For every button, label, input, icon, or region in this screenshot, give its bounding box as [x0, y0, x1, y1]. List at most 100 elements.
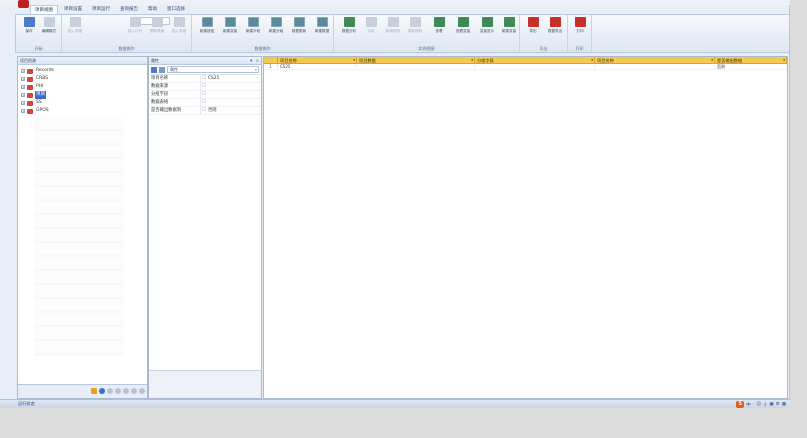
search-icon[interactable]: ⌕	[255, 67, 257, 72]
database-icon	[27, 76, 33, 82]
delete-table-button[interactable]: 删除表格	[146, 17, 168, 42]
new-data-button[interactable]: 新建数据	[311, 17, 333, 42]
database-icon	[27, 84, 33, 90]
expand-icon[interactable]: +	[21, 77, 25, 81]
property-row[interactable]: 数据来源 ☐	[149, 83, 261, 91]
field-button[interactable]: 字段	[360, 17, 382, 42]
refresh-icon[interactable]	[107, 388, 113, 394]
grid-column-header[interactable]: 项目数据 ▾	[357, 57, 475, 64]
ribbon-group-data-ops: 插入表格 插入行列 删除表格 插入表格 数据操作	[62, 15, 192, 53]
dropdown-icon[interactable]: ▾	[353, 57, 355, 64]
keyboard-icon[interactable]: ▣	[769, 402, 773, 407]
language-icon[interactable]: 中	[746, 402, 751, 408]
new-button-button[interactable]: 新建按钮	[196, 17, 218, 42]
view-variable-button[interactable]: 查看变量	[452, 17, 474, 42]
ribbon-group-instance-view: 数据分析 字段 新增规则 更新规则 查看 查看变量 变量定义 新建变量 实例视图	[334, 15, 520, 53]
ribbon-group-export: 导出 数据导出 导出	[520, 15, 568, 53]
punctuation-icon[interactable]: ·	[753, 402, 754, 407]
variable-definition-button[interactable]: 变量定义	[476, 17, 498, 42]
definition-icon	[481, 17, 493, 27]
property-row[interactable]: 数据表格 ☐	[149, 99, 261, 107]
grid-column-header[interactable]: 项目名称 ▾	[595, 57, 715, 64]
categorized-icon[interactable]	[151, 66, 157, 73]
save-icon	[23, 17, 35, 27]
emoji-icon[interactable]: ☺	[756, 402, 761, 407]
data-export-button[interactable]: 数据导出	[544, 17, 566, 42]
tree-bottom-toolbar	[18, 384, 147, 398]
expand-icon[interactable]: +	[21, 101, 25, 105]
add-rule-button[interactable]: 新增规则	[382, 17, 404, 42]
export-button[interactable]: 导出	[522, 17, 544, 42]
tree-item-project[interactable]: + 项目	[21, 91, 144, 99]
grid-column-header[interactable]: 是否输出数据 ▾	[715, 57, 787, 64]
new-field-button[interactable]: 新建字段	[242, 17, 264, 42]
data-analysis-button[interactable]: 数据分析	[338, 17, 360, 42]
folder-icon[interactable]	[91, 388, 97, 394]
ribbon: 保存 编辑模式 开始 插入表格 插入行列 删除表格 插入表格 数据操作 新建按钮…	[15, 14, 790, 53]
property-row[interactable]: 项目名称 ☐ CS25	[149, 75, 261, 83]
grid-icon[interactable]: ▦	[782, 402, 786, 407]
grid-column-header[interactable]: 分组字段 ▾	[475, 57, 595, 64]
tree-background	[34, 117, 124, 357]
new-data-icon	[316, 17, 328, 27]
data-export-icon	[549, 17, 561, 27]
grid-column-header[interactable]: 项目名称 ▾	[278, 57, 357, 64]
microphone-icon[interactable]: ⏚	[763, 402, 768, 408]
new-variable-button[interactable]: 新建变量	[219, 17, 241, 42]
project-tree-panel: 项目资源 + Records + CRBS + PHI + 项目 + SS + …	[17, 56, 148, 399]
pin-icon[interactable]: ♦	[249, 57, 253, 65]
grid-icon[interactable]	[123, 388, 129, 394]
new-group-button[interactable]: 新建分组	[265, 17, 287, 42]
update-rule-button[interactable]: 更新规则	[404, 17, 426, 42]
dropdown-icon[interactable]: ▾	[711, 57, 713, 64]
field-icon	[247, 17, 259, 27]
bottom-tools	[91, 388, 145, 394]
print-button[interactable]: 打印	[569, 17, 591, 42]
property-row[interactable]: 分组字段 ☐	[149, 91, 261, 99]
insert-table-2-button[interactable]: 插入表格	[168, 17, 190, 42]
expand-icon[interactable]: +	[21, 93, 25, 97]
database-icon	[27, 100, 33, 106]
save-button[interactable]: 保存	[18, 17, 40, 42]
tree-item-records[interactable]: + Records	[21, 67, 144, 75]
ribbon-group-start: 保存 编辑模式 开始	[16, 15, 62, 53]
edit-mode-button[interactable]: 编辑模式	[38, 17, 60, 42]
view-button[interactable]: 查看	[428, 17, 450, 42]
property-row[interactable]: 是否输出数据到 ☐ 否则	[149, 107, 261, 115]
list-icon[interactable]	[131, 388, 137, 394]
input-method-icon[interactable]: S	[736, 401, 745, 408]
dropdown-icon[interactable]: ▾	[783, 57, 785, 64]
globe-icon[interactable]	[99, 388, 105, 394]
table-row[interactable]: 1 CS25 否则	[264, 64, 787, 70]
alphabetical-icon[interactable]	[159, 66, 165, 73]
table2-icon	[173, 17, 185, 27]
ribbon-group-print: 打印 打印	[568, 15, 592, 53]
project-tree: + Records + CRBS + PHI + 项目 + SS + GPOS	[18, 65, 147, 117]
dropdown-icon[interactable]: ▾	[471, 57, 473, 64]
table-icon	[69, 17, 81, 27]
property-search-input[interactable]: 属性 ⌕	[167, 66, 259, 73]
data-update-button[interactable]: 数据更新	[288, 17, 310, 42]
insert-rowcol-button[interactable]: 插入行列	[124, 17, 146, 42]
link-icon[interactable]	[115, 388, 121, 394]
expand-icon[interactable]: +	[21, 85, 25, 89]
expand-icon[interactable]: +	[21, 109, 25, 113]
settings-icon[interactable]	[139, 388, 145, 394]
insert-table-button[interactable]: 插入表格	[64, 17, 86, 42]
close-icon[interactable]: ×	[256, 57, 259, 65]
database-icon	[27, 92, 33, 98]
update-rule-icon	[409, 17, 421, 27]
new-variable-2-button[interactable]: 新建变量	[498, 17, 520, 42]
tree-item-gpos[interactable]: + GPOS	[21, 107, 144, 115]
settings-icon[interactable]: ⚙	[776, 402, 780, 407]
analysis-icon	[343, 17, 355, 27]
rowcol-icon	[129, 17, 141, 27]
app-logo-icon[interactable]	[18, 0, 29, 8]
expand-icon[interactable]: +	[21, 69, 25, 73]
property-panel: 属性 ♦ × 属性 ⌕ 项目名称 ☐ CS25 数据来源 ☐ 分组字段 ☐ 数据…	[148, 56, 262, 399]
tree-item-ss[interactable]: + SS	[21, 99, 144, 107]
tree-item-crbs[interactable]: + CRBS	[21, 75, 144, 83]
dropdown-icon[interactable]: ▾	[591, 57, 593, 64]
tree-item-phi[interactable]: + PHI	[21, 83, 144, 91]
new-button-icon	[201, 17, 213, 27]
